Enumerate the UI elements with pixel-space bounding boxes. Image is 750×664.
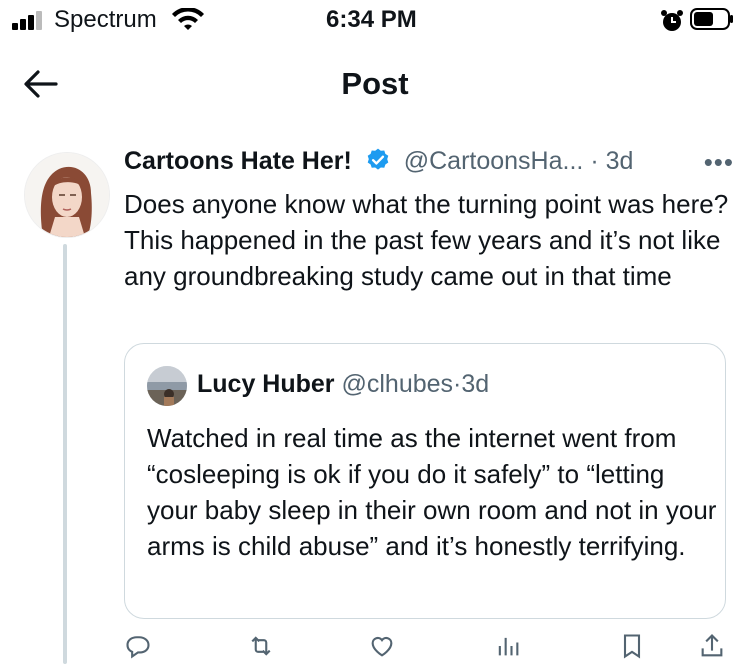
battery-icon bbox=[690, 8, 733, 30]
status-bar: Spectrum 6:34 PM bbox=[0, 0, 750, 42]
quote-time: 3d bbox=[461, 370, 490, 398]
action-bar bbox=[124, 632, 734, 662]
views-button[interactable] bbox=[494, 632, 522, 662]
post-header: Cartoons Hate Her! @CartoonsHa... · 3d •… bbox=[124, 147, 734, 183]
carrier-name: Spectrum bbox=[54, 6, 157, 33]
quote-header: Lucy Huber @clhubes·3d bbox=[197, 370, 489, 399]
post-text: Does anyone know what the turning point … bbox=[124, 189, 729, 291]
author-avatar[interactable] bbox=[24, 152, 110, 238]
views-icon bbox=[498, 637, 519, 656]
verified-badge-icon bbox=[367, 148, 389, 170]
quote-author-name: Lucy Huber bbox=[197, 370, 335, 398]
heart-icon bbox=[371, 636, 393, 657]
wifi-icon bbox=[172, 8, 204, 30]
reply-icon bbox=[126, 636, 150, 659]
alarm-icon bbox=[661, 10, 683, 31]
author-name[interactable]: Cartoons Hate Her! bbox=[124, 147, 352, 175]
bookmark-button[interactable] bbox=[618, 632, 646, 662]
quote-author-handle: @clhubes bbox=[341, 370, 454, 398]
share-icon bbox=[701, 634, 723, 657]
page-title: Post bbox=[341, 66, 409, 101]
clock: 6:34 PM bbox=[326, 6, 417, 33]
bookmark-icon bbox=[623, 634, 641, 659]
share-button[interactable] bbox=[698, 632, 726, 662]
like-button[interactable] bbox=[368, 632, 396, 662]
post-time[interactable]: 3d bbox=[606, 147, 634, 175]
thread-line bbox=[63, 244, 67, 664]
quote-text: Watched in real time as the internet wen… bbox=[147, 423, 717, 561]
quote-author-avatar bbox=[147, 366, 187, 406]
author-handle[interactable]: @CartoonsHa... bbox=[404, 147, 584, 175]
repost-button[interactable] bbox=[246, 632, 276, 662]
reply-button[interactable] bbox=[124, 632, 152, 662]
quoted-post[interactable]: Lucy Huber @clhubes·3d Watched in real t… bbox=[124, 343, 726, 619]
repost-icon bbox=[251, 636, 271, 656]
signal-icon bbox=[12, 10, 50, 30]
more-icon[interactable]: ••• bbox=[704, 147, 734, 178]
separator-dot: · bbox=[590, 147, 599, 175]
